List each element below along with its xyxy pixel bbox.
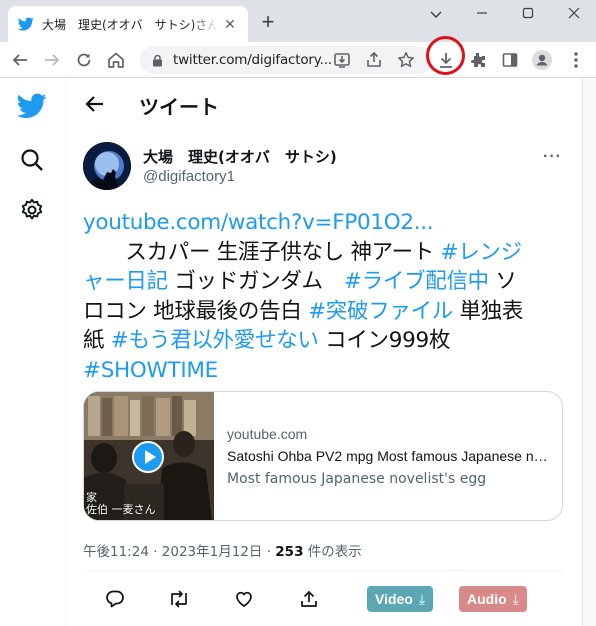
tweet-text-segment: ソ [488,269,517,294]
author-name[interactable]: 大場 理史(オオバ サトシ) [143,146,337,167]
hashtag-link[interactable]: #突破ファイル [308,299,453,324]
tweet-text-segment: スカパー 生涯子供なし 神アート [83,239,441,265]
minimize-icon[interactable] [466,4,498,24]
link-preview-card[interactable]: 家佐伯 一麦さん youtube.com Satoshi Ohba PV2 mp… [83,391,563,521]
tweet-header: ツイート [67,78,582,130]
share-icon[interactable] [297,587,321,611]
avatar[interactable] [83,142,131,190]
tab-close-icon[interactable]: ✕ [222,16,238,32]
author-handle[interactable]: @digifactory1 [143,168,235,185]
play-icon[interactable] [132,441,164,473]
tweet-text: youtube.com/watch?v=FP01O2... スカパー 生涯子供な… [83,208,567,385]
scrollbar[interactable] [582,78,596,626]
tweet-link[interactable]: youtube.com/watch?v=FP01O2... [83,210,434,235]
menu-icon[interactable] [564,48,588,72]
twitter-logo-icon[interactable] [17,93,47,119]
tab-search-icon[interactable] [420,4,452,24]
browser-toolbar: twitter.com/digifactory... [0,42,596,78]
hashtag-link[interactable]: ャー日記 [83,269,168,294]
browser-tab[interactable]: 大場 理史(オオバ サトシ)さんはTwitterを使っています ✕ [8,6,248,42]
tweet-text-segment: ロコン 地球最後の告白 [83,298,309,324]
hashtag-link[interactable]: #もう君以外愛せない [111,328,319,353]
hashtag-link[interactable]: #ライブ配信中 [344,269,489,294]
profile-icon[interactable] [530,48,554,72]
tweet-timestamp: 午後11:24 · 2023年1月12日 · 253 件の表示 [83,540,362,560]
tweet-text-segment: 単独表 [453,298,524,324]
tweet-text-segment: コイン999枚 [318,328,451,353]
maximize-icon[interactable] [512,4,544,24]
timestamp-text[interactable]: 午後11:24 · 2023年1月12日 · [83,544,275,560]
tab-strip: 大場 理史(オオバ サトシ)さんはTwitterを使っています ✕ + [0,0,596,42]
card-title: Satoshi Ohba PV2 mpg Most famous Japanes… [227,448,552,464]
views-label: 件の表示 [303,544,362,560]
settings-icon[interactable] [20,198,44,222]
address-bar[interactable]: twitter.com/digifactory... [140,46,432,74]
tweet-actions: Video ⤓ Audio ⤓ [67,583,582,615]
left-navigation [0,78,66,626]
video-download-button[interactable]: Video ⤓ [367,586,434,612]
download-arrow-icon: ⤓ [418,590,426,607]
video-thumbnail[interactable]: 家佐伯 一麦さん [84,392,214,520]
retweet-icon[interactable] [167,587,191,611]
forward-arrow-icon[interactable] [40,48,64,72]
divider [83,570,563,571]
audio-label: Audio [467,591,507,607]
download-arrow-icon: ⤓ [512,590,519,607]
lock-icon[interactable] [152,54,163,67]
tab-title: 大場 理史(オオバ サトシ)さんはTwitterを使っています [42,17,218,32]
twitter-favicon-icon [18,17,34,31]
back-arrow-icon[interactable] [8,48,32,72]
reply-icon[interactable] [103,587,127,611]
close-window-icon[interactable] [558,4,590,24]
twitter-page: ツイート 大場 理史(オオバ サトシ) @digifactory1 ··· yo… [0,78,596,626]
extensions-icon[interactable] [466,48,490,72]
download-highlight-circle [426,36,465,75]
reload-icon[interactable] [72,48,96,72]
card-domain: youtube.com [227,426,308,442]
thumbnail-caption: 家佐伯 一麦さん [86,491,156,516]
views-count: 253 [275,544,304,560]
home-icon[interactable] [104,48,128,72]
search-icon[interactable] [20,148,44,172]
hashtag-link[interactable]: #レンジ [441,240,523,265]
new-tab-button[interactable]: + [258,11,278,33]
star-icon[interactable] [394,48,418,72]
video-label: Video [375,591,413,607]
side-panel-icon[interactable] [498,48,522,72]
tweet-text-segment: 紙 [83,328,111,353]
hashtag-link[interactable]: #SHOWTIME [83,358,218,383]
card-description: Most famous Japanese novelist's egg [227,471,487,487]
share-page-icon[interactable] [362,48,386,72]
audio-download-button[interactable]: Audio ⤓ [459,586,527,612]
url-text: twitter.com/digifactory... [173,52,332,68]
like-icon[interactable] [232,587,256,611]
tweet-column: ツイート 大場 理史(オオバ サトシ) @digifactory1 ··· yo… [67,78,582,626]
back-arrow-icon[interactable] [83,92,107,116]
more-options-icon[interactable]: ··· [543,148,562,166]
install-app-icon[interactable] [330,48,354,72]
tweet-text-segment: ゴッドガンダム [167,269,344,294]
page-title: ツイート [139,95,219,119]
